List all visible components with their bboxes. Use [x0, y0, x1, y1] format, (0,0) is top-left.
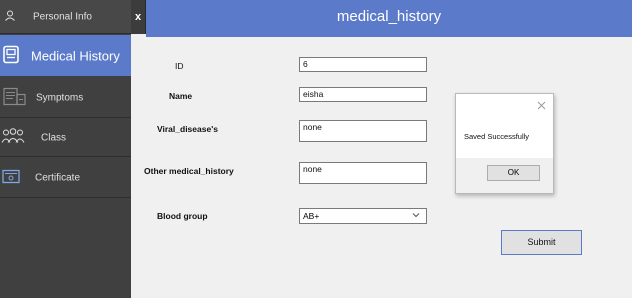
sidebar-item-symptoms[interactable]: Symptoms [0, 78, 131, 118]
clipboard-icon [3, 45, 19, 66]
chevron-down-icon [411, 210, 421, 220]
group-icon [1, 127, 25, 148]
submit-button[interactable]: Submit [501, 230, 582, 255]
name-label: Name [169, 91, 193, 101]
sidebar-item-medical-history[interactable]: Medical History [0, 35, 131, 76]
other-medical-history-label: Other medical_history [144, 166, 234, 176]
sidebar-item-label: Symptoms [36, 92, 84, 103]
sidebar-item-label: Class [41, 132, 67, 143]
sidebar: Personal Info Medical History Symptoms C… [0, 0, 131, 298]
sidebar-item-label: Medical History [31, 48, 120, 63]
person-icon [4, 9, 16, 24]
sidebar-item-label: Personal Info [33, 11, 92, 22]
sidebar-item-certificate[interactable]: Certificate [0, 158, 131, 198]
sidebar-item-label: Certificate [35, 172, 81, 183]
certificate-icon [2, 169, 20, 186]
symptoms-icon [3, 86, 27, 109]
ok-button[interactable]: OK [487, 165, 540, 181]
page-title: medical_history [336, 8, 442, 25]
blood-group-select[interactable]: AB+ [299, 208, 427, 224]
blood-group-label: Blood group [157, 211, 208, 221]
dialog-message: Saved Successfully [464, 132, 530, 141]
id-label: ID [175, 61, 184, 71]
dialog-footer: OK [456, 158, 553, 193]
viral-disease-label: Viral_disease's [157, 124, 218, 134]
name-field[interactable]: eisha [299, 87, 427, 102]
other-medical-history-field[interactable]: none [299, 162, 427, 184]
id-field[interactable]: 6 [299, 57, 427, 72]
close-icon: x [134, 11, 142, 23]
sidebar-item-personal-info[interactable]: Personal Info [0, 0, 131, 34]
viral-disease-field[interactable]: none [299, 120, 427, 142]
close-button[interactable]: x [131, 0, 146, 34]
blood-group-value: AB+ [303, 211, 320, 221]
header-bar: medical_history [146, 0, 632, 37]
message-dialog: Saved Successfully OK [455, 93, 554, 194]
sidebar-item-class[interactable]: Class [0, 119, 131, 157]
close-icon[interactable] [536, 98, 547, 110]
